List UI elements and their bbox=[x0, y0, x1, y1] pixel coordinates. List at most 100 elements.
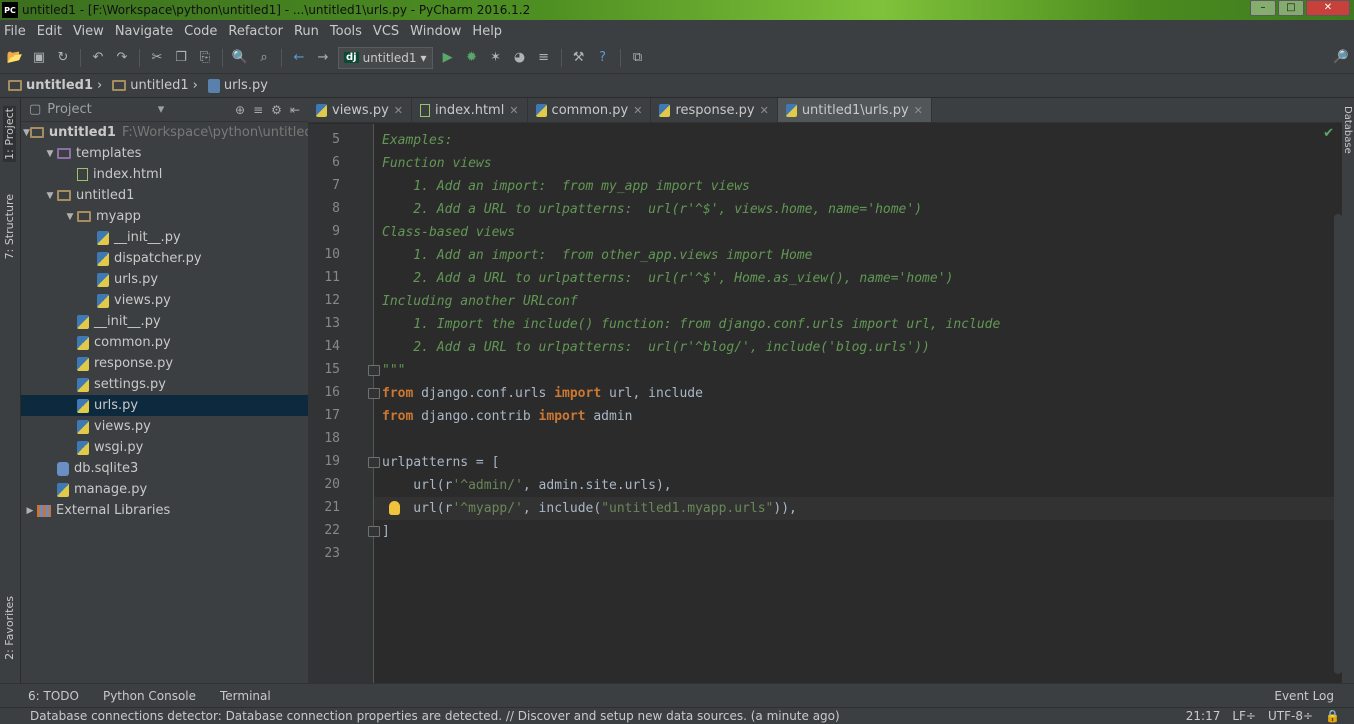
database-tool-tab[interactable]: Database bbox=[1342, 106, 1353, 154]
locate-icon[interactable]: ⊕ bbox=[235, 103, 245, 117]
breadcrumb-file[interactable]: urls.py bbox=[207, 78, 268, 93]
menu-refactor[interactable]: Refactor bbox=[228, 24, 283, 39]
event-log-tool-tab[interactable]: Event Log bbox=[1274, 689, 1354, 703]
code-editor[interactable]: 5 6 7 8 9 10 11 12 13 14 15 16 17 18 19 20 21 22 23 Exampl… bbox=[308, 124, 1342, 683]
tree-item[interactable]: common.py bbox=[21, 332, 308, 353]
code-line[interactable]: url(r'^admin/', admin.site.urls), bbox=[382, 474, 671, 497]
code-line[interactable]: 2. Add a URL to urlpatterns: url(r'^blog… bbox=[382, 336, 930, 359]
line-separator[interactable]: LF÷ bbox=[1232, 709, 1256, 723]
tree-item[interactable]: manage.py bbox=[21, 479, 308, 500]
fold-marker-icon[interactable] bbox=[368, 365, 380, 376]
tree-item[interactable]: wsgi.py bbox=[21, 437, 308, 458]
tree-item[interactable]: views.py bbox=[21, 290, 308, 311]
editor-tab[interactable]: untitled1\urls.py ✕ bbox=[777, 98, 932, 122]
terminal-tool-tab[interactable]: Terminal bbox=[220, 689, 271, 703]
close-button[interactable]: ✕ bbox=[1306, 0, 1350, 16]
tree-item[interactable]: ▼ untitled1 bbox=[21, 185, 308, 206]
close-tab-icon[interactable]: ✕ bbox=[760, 104, 769, 117]
code-line[interactable]: 1. Add an import: from my_app import vie… bbox=[382, 175, 750, 198]
code-line[interactable]: Function views bbox=[382, 152, 492, 175]
menu-code[interactable]: Code bbox=[184, 24, 217, 39]
close-tab-icon[interactable]: ✕ bbox=[394, 104, 403, 117]
python-console-tool-tab[interactable]: Python Console bbox=[103, 689, 196, 703]
file-encoding[interactable]: UTF-8÷ bbox=[1268, 709, 1313, 723]
code-line[interactable]: Including another URLconf bbox=[382, 290, 578, 313]
undo-icon[interactable]: ↶ bbox=[89, 49, 107, 67]
collapse-all-icon[interactable]: ≡ bbox=[253, 103, 263, 117]
tree-item[interactable]: db.sqlite3 bbox=[21, 458, 308, 479]
expand-arrow-icon[interactable]: ▼ bbox=[63, 212, 77, 222]
run-icon[interactable]: ▶ bbox=[439, 49, 457, 67]
fold-marker-icon[interactable] bbox=[368, 457, 380, 468]
coverage-icon[interactable]: ✶ bbox=[487, 49, 505, 67]
menu-tools[interactable]: Tools bbox=[330, 24, 362, 39]
status-message[interactable]: Database connections detector: Database … bbox=[30, 709, 840, 723]
back-icon[interactable]: ← bbox=[290, 49, 308, 67]
tree-item[interactable]: ▶ External Libraries bbox=[21, 500, 308, 521]
code-line[interactable]: Examples: bbox=[382, 129, 452, 152]
lock-icon[interactable]: 🔒 bbox=[1325, 709, 1340, 723]
menu-edit[interactable]: Edit bbox=[37, 24, 62, 39]
paste-icon[interactable]: ⎘ bbox=[196, 49, 214, 67]
menu-navigate[interactable]: Navigate bbox=[115, 24, 173, 39]
menu-help[interactable]: Help bbox=[472, 24, 502, 39]
close-tab-icon[interactable]: ✕ bbox=[914, 104, 923, 117]
tree-item[interactable]: ▼ templates bbox=[21, 143, 308, 164]
tree-item[interactable]: __init__.py bbox=[21, 311, 308, 332]
editor-tab[interactable]: index.html ✕ bbox=[412, 98, 528, 122]
find-icon[interactable]: 🔍 bbox=[231, 49, 249, 67]
code-line[interactable]: Class-based views bbox=[382, 221, 515, 244]
maximize-button[interactable]: □ bbox=[1278, 0, 1304, 16]
editor-tab[interactable]: response.py ✕ bbox=[651, 98, 778, 122]
code-line[interactable]: ] bbox=[382, 520, 390, 543]
search-everywhere-icon[interactable]: 🔎 bbox=[1332, 49, 1350, 67]
code-line[interactable]: from django.contrib import admin bbox=[382, 405, 632, 428]
tree-item[interactable]: ▼ myapp bbox=[21, 206, 308, 227]
menu-run[interactable]: Run bbox=[294, 24, 319, 39]
structure-icon[interactable]: ⧉ bbox=[629, 49, 647, 67]
editor-tab[interactable]: common.py ✕ bbox=[528, 98, 652, 122]
copy-icon[interactable]: ❐ bbox=[172, 49, 190, 67]
structure-tool-tab[interactable]: 7: Structure bbox=[3, 194, 16, 259]
tree-item[interactable]: ▼ untitled1 F:\Workspace\python\untitled1 bbox=[21, 122, 321, 143]
project-tool-tab[interactable]: 1: Project bbox=[3, 106, 16, 162]
profile-icon[interactable]: ◕ bbox=[511, 49, 529, 67]
code-line[interactable]: 2. Add a URL to urlpatterns: url(r'^$', … bbox=[382, 267, 953, 290]
code-line[interactable]: """ bbox=[382, 359, 405, 382]
cut-icon[interactable]: ✂ bbox=[148, 49, 166, 67]
menu-vcs[interactable]: VCS bbox=[373, 24, 399, 39]
tree-item[interactable]: urls.py bbox=[21, 395, 308, 416]
menu-window[interactable]: Window bbox=[410, 24, 461, 39]
redo-icon[interactable]: ↷ bbox=[113, 49, 131, 67]
tree-item[interactable]: views.py bbox=[21, 416, 308, 437]
code-line[interactable]: urlpatterns = [ bbox=[382, 451, 499, 474]
concurrency-icon[interactable]: ≡ bbox=[535, 49, 553, 67]
project-view-select[interactable]: Project bbox=[47, 102, 91, 117]
save-all-icon[interactable]: ▣ bbox=[30, 49, 48, 67]
favorites-tool-tab[interactable]: 2: Favorites bbox=[3, 596, 16, 660]
gear-icon[interactable]: ⚙ bbox=[271, 103, 282, 117]
hide-panel-icon[interactable]: ⇤ bbox=[290, 103, 300, 117]
replace-icon[interactable]: ⌕ bbox=[255, 49, 273, 67]
open-folder-icon[interactable]: 📂 bbox=[6, 49, 24, 67]
todo-tool-tab[interactable]: 6: TODO bbox=[28, 689, 79, 703]
vertical-scrollbar[interactable] bbox=[1334, 214, 1342, 674]
expand-arrow-icon[interactable]: ▼ bbox=[43, 149, 57, 159]
tree-item[interactable]: response.py bbox=[21, 353, 308, 374]
debug-icon[interactable]: ✹ bbox=[463, 49, 481, 67]
close-tab-icon[interactable]: ✕ bbox=[633, 104, 642, 117]
tree-item[interactable]: settings.py bbox=[21, 374, 308, 395]
collapse-arrow-icon[interactable]: ▶ bbox=[23, 506, 37, 516]
code-line[interactable]: from django.conf.urls import url, includ… bbox=[382, 382, 703, 405]
forward-icon[interactable]: → bbox=[314, 49, 332, 67]
tree-item[interactable]: dispatcher.py bbox=[21, 248, 308, 269]
menu-file[interactable]: File bbox=[4, 24, 26, 39]
expand-arrow-icon[interactable]: ▼ bbox=[43, 191, 57, 201]
tree-item[interactable]: __init__.py bbox=[21, 227, 308, 248]
help-icon[interactable]: ? bbox=[594, 49, 612, 67]
editor-tab[interactable]: views.py ✕ bbox=[308, 98, 413, 122]
settings-icon[interactable]: ⚒ bbox=[570, 49, 588, 67]
run-configuration-select[interactable]: dj untitled1 ▾ bbox=[338, 46, 433, 69]
close-tab-icon[interactable]: ✕ bbox=[509, 104, 518, 117]
breadcrumb-project[interactable]: untitled1 › bbox=[8, 78, 102, 93]
